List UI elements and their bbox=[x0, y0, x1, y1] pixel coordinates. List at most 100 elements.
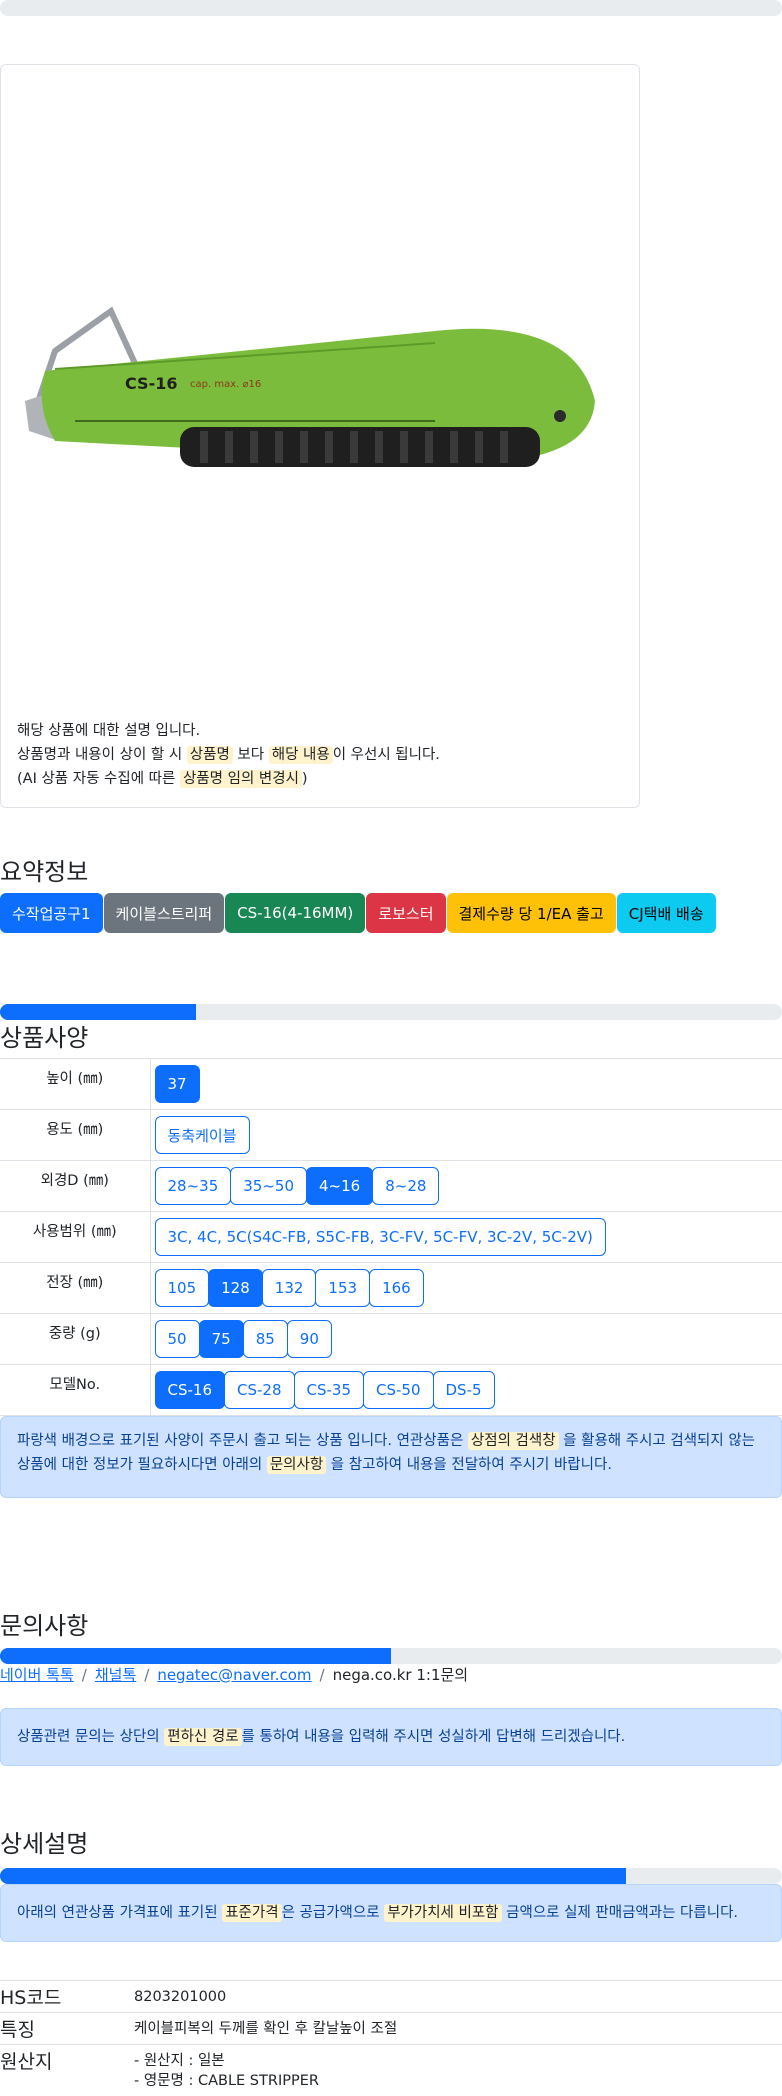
text: 이 우선시 됩니다. bbox=[332, 747, 440, 763]
spec-option-button[interactable]: 3C, 4C, 5C(S4C-FB, S5C-FB, 3C-FV, 5C-FV,… bbox=[154, 1218, 606, 1256]
top-progress-track bbox=[0, 0, 782, 16]
naver-talk-link[interactable]: 네이버 톡톡 bbox=[0, 1664, 74, 1685]
spec-option-button[interactable]: 4~16 bbox=[306, 1167, 374, 1205]
tool-screw bbox=[554, 410, 566, 422]
text: 파랑색 배경으로 표기된 사양이 주문시 출고 되는 상품 입니다. 연관상품은 bbox=[17, 1433, 468, 1449]
spec-options: 50 75 85 90 bbox=[150, 1313, 782, 1365]
highlight: 편하신 경로 bbox=[164, 1728, 242, 1746]
detail-progress-fill bbox=[0, 1868, 626, 1884]
text: 아래의 연관상품 가격표에 표기된 bbox=[17, 1905, 223, 1921]
spec-option-button[interactable]: 35~50 bbox=[230, 1167, 307, 1205]
spec-option-button[interactable]: 166 bbox=[369, 1269, 424, 1307]
info-key: 원산지 bbox=[0, 2044, 134, 2095]
option-group: 동축케이블 bbox=[154, 1116, 779, 1154]
text: 상품명과 내용이 상이 할 시 bbox=[17, 747, 187, 763]
highlight: 상점의 검색창 bbox=[467, 1432, 559, 1450]
spec-option-button[interactable]: 8~28 bbox=[372, 1167, 440, 1205]
card-line-1: 해당 상품에 대한 설명 입니다. bbox=[17, 723, 201, 739]
spec-label: 외경D (㎜) bbox=[0, 1160, 151, 1212]
spec-option-button[interactable]: 37 bbox=[154, 1065, 200, 1103]
spec-option-button[interactable]: 50 bbox=[154, 1320, 200, 1358]
inquiry-notice: 상품관련 문의는 상단의 편하신 경로 를 통하여 내용을 입력해 주시면 성실하… bbox=[0, 1708, 782, 1766]
text: (AI 상품 자동 수집에 따른 bbox=[17, 771, 180, 787]
spec-option-button[interactable]: CS-50 bbox=[363, 1371, 434, 1409]
spec-option-button[interactable]: CS-16 bbox=[154, 1371, 225, 1409]
spec-row: 사용범위 (㎜) 3C, 4C, 5C(S4C-FB, S5C-FB, 3C-FV… bbox=[0, 1211, 782, 1263]
option-group: 37 bbox=[154, 1065, 779, 1103]
spec-row: 외경D (㎜) 28~35 35~50 4~16 8~28 bbox=[0, 1160, 782, 1212]
spec-label: 모델No. bbox=[0, 1364, 151, 1416]
detail-notice: 아래의 연관상품 가격표에 표기된 표준가격 은 공급가액으로 부가가치세 비포함… bbox=[0, 1884, 782, 1942]
spec-row: 전장 (㎜) 105 128 132 153 166 bbox=[0, 1262, 782, 1314]
highlight: 상품명 bbox=[186, 746, 233, 764]
info-row-origin: 원산지 - 원산지 : 일본 - 영문명 : CABLE STRIPPER bbox=[0, 2044, 782, 2095]
option-group: 105 128 132 153 166 bbox=[154, 1269, 779, 1307]
spec-row: 높이 (㎜) 37 bbox=[0, 1058, 782, 1110]
spec-label: 용도 (㎜) bbox=[0, 1109, 151, 1161]
text: 를 통하여 내용을 입력해 주시면 성실하게 답변해 드리겠습니다. bbox=[241, 1729, 626, 1745]
spec-label: 중량 (g) bbox=[0, 1313, 151, 1365]
detail-title: 상세설명 bbox=[0, 1830, 89, 1858]
tool-grip bbox=[180, 427, 540, 467]
spec-row: 용도 (㎜) 동축케이블 bbox=[0, 1109, 782, 1161]
spec-option-button[interactable]: CS-35 bbox=[293, 1371, 364, 1409]
spec-option-button[interactable]: 105 bbox=[154, 1269, 210, 1307]
spec-options: 동축케이블 bbox=[150, 1109, 782, 1161]
text: 금액으로 실제 판매금액과는 다릅니다. bbox=[501, 1905, 739, 1921]
card-line-3: (AI 상품 자동 수집에 따른 상품명 임의 변경시) bbox=[17, 767, 440, 791]
spec-options: CS-16 CS-28 CS-35 CS-50 DS-5 bbox=[150, 1364, 782, 1416]
detail-progress bbox=[0, 1868, 782, 1884]
highlight: 문의사항 bbox=[266, 1456, 327, 1474]
origin-english-name: - 영문명 : CABLE STRIPPER bbox=[134, 2073, 319, 2089]
spec-row: 중량 (g) 50 75 85 90 bbox=[0, 1313, 782, 1365]
spec-notice: 파랑색 배경으로 표기된 사양이 주문시 출고 되는 상품 입니다. 연관상품은… bbox=[0, 1416, 782, 1498]
option-group: CS-16 CS-28 CS-35 CS-50 DS-5 bbox=[154, 1371, 779, 1409]
spec-option-button[interactable]: 28~35 bbox=[154, 1167, 232, 1205]
info-row-feature: 특징 케이블피복의 두께를 확인 후 칼날높이 조절 bbox=[0, 2012, 782, 2045]
text: ) bbox=[301, 771, 308, 787]
product-card: CS-16 cap. max. ⌀16 해당 상품에 대한 설명 입니다. 상품… bbox=[0, 64, 640, 808]
spec-options: 28~35 35~50 4~16 8~28 bbox=[150, 1160, 782, 1212]
spec-option-button[interactable]: 153 bbox=[315, 1269, 371, 1307]
tool-label: CS-16 bbox=[125, 374, 177, 393]
spec-option-button[interactable]: CS-28 bbox=[224, 1371, 295, 1409]
info-row-hscode: HS코드 8203201000 bbox=[0, 1980, 782, 2013]
spec-options: 3C, 4C, 5C(S4C-FB, S5C-FB, 3C-FV, 5C-FV,… bbox=[150, 1211, 782, 1263]
info-value: 8203201000 bbox=[134, 1980, 782, 2013]
spec-progress bbox=[0, 1004, 782, 1020]
badge-shipping: CJ택배 배송 bbox=[616, 893, 716, 933]
info-key: HS코드 bbox=[0, 1980, 134, 2013]
summary-badges: 수작업공구1 케이블스트리퍼 CS-16(4-16MM) 로보스터 결제수량 당… bbox=[0, 893, 716, 933]
info-key: 특징 bbox=[0, 2012, 134, 2045]
badge-category: 수작업공구1 bbox=[0, 893, 103, 933]
highlight: 표준가격 bbox=[222, 1904, 282, 1922]
inquiry-progress bbox=[0, 1648, 782, 1664]
option-group: 50 75 85 90 bbox=[154, 1320, 779, 1358]
channel-talk-link[interactable]: 채널톡 bbox=[95, 1664, 136, 1685]
info-value: - 원산지 : 일본 - 영문명 : CABLE STRIPPER bbox=[134, 2044, 782, 2095]
spec-title: 상품사양 bbox=[0, 1024, 89, 1052]
spec-option-button[interactable]: 132 bbox=[261, 1269, 317, 1307]
site-inquiry-text: nega.co.kr 1:1문의 bbox=[332, 1666, 469, 1684]
origin-country: - 원산지 : 일본 bbox=[134, 2053, 225, 2069]
spec-label: 사용범위 (㎜) bbox=[0, 1211, 151, 1263]
summary-title: 요약정보 bbox=[0, 858, 89, 886]
spec-option-button[interactable]: 동축케이블 bbox=[154, 1116, 250, 1154]
spec-option-button[interactable]: 75 bbox=[198, 1320, 244, 1358]
tool-cap-label: cap. max. ⌀16 bbox=[190, 379, 261, 390]
spec-option-button[interactable]: 128 bbox=[208, 1269, 263, 1307]
inquiry-progress-fill bbox=[0, 1648, 391, 1664]
badge-model: CS-16(4-16MM) bbox=[225, 893, 366, 933]
info-table: HS코드 8203201000 특징 케이블피복의 두께를 확인 후 칼날높이 … bbox=[0, 1980, 782, 2095]
spec-options: 105 128 132 153 166 bbox=[150, 1262, 782, 1314]
inquiry-title: 문의사항 bbox=[0, 1612, 89, 1640]
spec-option-button[interactable]: 85 bbox=[242, 1320, 288, 1358]
option-group: 28~35 35~50 4~16 8~28 bbox=[154, 1167, 779, 1205]
spec-option-button[interactable]: DS-5 bbox=[432, 1371, 495, 1409]
email-link[interactable]: negatec@naver.com bbox=[157, 1666, 311, 1684]
spec-label: 전장 (㎜) bbox=[0, 1262, 151, 1314]
badge-brand: 로보스터 bbox=[366, 893, 446, 933]
card-description: 해당 상품에 대한 설명 입니다. 상품명과 내용이 상이 할 시 상품명 보다… bbox=[17, 719, 440, 791]
spec-option-button[interactable]: 90 bbox=[286, 1320, 332, 1358]
badge-type: 케이블스트리퍼 bbox=[103, 893, 225, 933]
